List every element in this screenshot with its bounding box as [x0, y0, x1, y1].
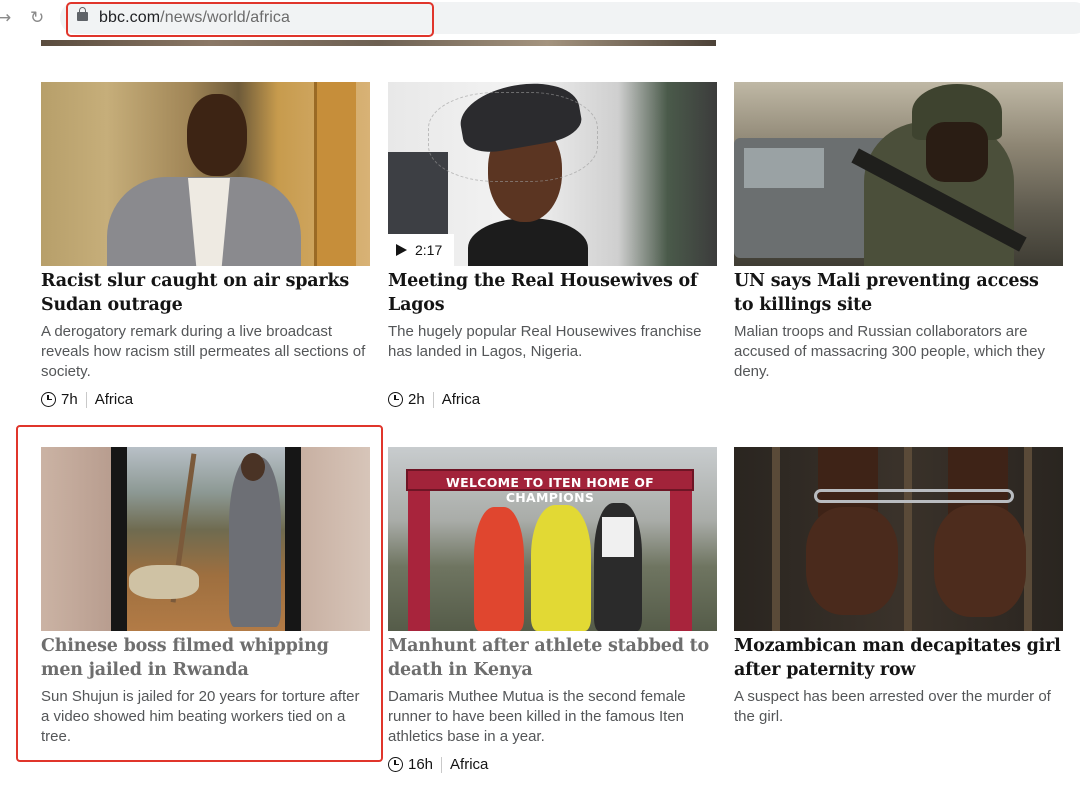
clock-icon — [388, 392, 403, 407]
story-card[interactable]: UN says Mali preventing access to killin… — [734, 82, 1063, 382]
story-time: 2h — [408, 391, 425, 408]
story-headline[interactable]: Chinese boss filmed whipping men jailed … — [41, 634, 370, 682]
story-summary: The hugely popular Real Housewives franc… — [388, 323, 702, 360]
story-summary: Malian troops and Russian collaborators … — [734, 323, 1046, 380]
story-image[interactable]: 2:17 — [388, 82, 717, 266]
story-time: 7h — [61, 391, 78, 408]
url-domain: bbc.com — [99, 9, 161, 26]
story-summary: Damaris Muthee Mutua is the second femal… — [388, 688, 686, 745]
story-image[interactable] — [734, 82, 1063, 266]
previous-story-image-edge[interactable] — [41, 40, 716, 46]
story-image[interactable]: WELCOME TO ITEN HOME OF CHAMPIONS — [388, 447, 717, 631]
reload-icon[interactable]: ↻ — [30, 8, 44, 28]
story-headline[interactable]: Meeting the Real Housewives of Lagos — [388, 269, 717, 317]
story-headline[interactable]: UN says Mali preventing access to killin… — [734, 269, 1063, 317]
url-path: /news/world/africa — [160, 9, 291, 26]
story-card[interactable]: 2:17 Meeting the Real Housewives of Lago… — [388, 82, 717, 408]
meta-divider — [85, 391, 87, 408]
story-tag-link[interactable]: Africa — [95, 391, 133, 408]
story-image[interactable] — [41, 82, 370, 266]
story-card[interactable]: Chinese boss filmed whipping men jailed … — [41, 447, 370, 747]
story-headline[interactable]: Racist slur caught on air sparks Sudan o… — [41, 269, 370, 317]
story-card[interactable]: Mozambican man decapitates girl after pa… — [734, 447, 1063, 727]
meta-divider — [432, 391, 434, 408]
story-tag-link[interactable]: Africa — [450, 756, 488, 773]
browser-toolbar: → ↻ bbc.com/news/world/africa — [0, 0, 1080, 38]
story-image[interactable] — [734, 447, 1063, 631]
meta-divider — [441, 756, 443, 773]
story-headline[interactable]: Mozambican man decapitates girl after pa… — [734, 634, 1063, 682]
story-image[interactable] — [41, 447, 370, 631]
forward-arrow-icon[interactable]: → — [0, 8, 11, 28]
video-duration-badge[interactable]: 2:17 — [388, 234, 454, 266]
story-tag-link[interactable]: Africa — [442, 391, 480, 408]
story-headline[interactable]: Manhunt after athlete stabbed to death i… — [388, 634, 717, 682]
story-summary: A suspect has been arrested over the mur… — [734, 688, 1051, 725]
story-meta: 7h Africa — [41, 391, 370, 408]
story-meta: 16h Africa — [388, 756, 717, 773]
story-summary: Sun Shujun is jailed for 20 years for to… — [41, 688, 360, 745]
lock-icon[interactable] — [77, 7, 88, 21]
video-duration: 2:17 — [415, 242, 443, 258]
story-time: 16h — [408, 756, 434, 773]
play-icon — [396, 244, 407, 256]
story-card[interactable]: WELCOME TO ITEN HOME OF CHAMPIONS Manhun… — [388, 447, 717, 773]
image-sign-text: WELCOME TO ITEN HOME OF CHAMPIONS — [446, 475, 654, 505]
story-meta: 2h Africa — [388, 391, 717, 408]
story-summary: A derogatory remark during a live broadc… — [41, 323, 366, 380]
story-card[interactable]: Racist slur caught on air sparks Sudan o… — [41, 82, 370, 408]
clock-icon — [41, 392, 56, 407]
url-text[interactable]: bbc.com/news/world/africa — [99, 9, 290, 27]
clock-icon — [388, 757, 403, 772]
